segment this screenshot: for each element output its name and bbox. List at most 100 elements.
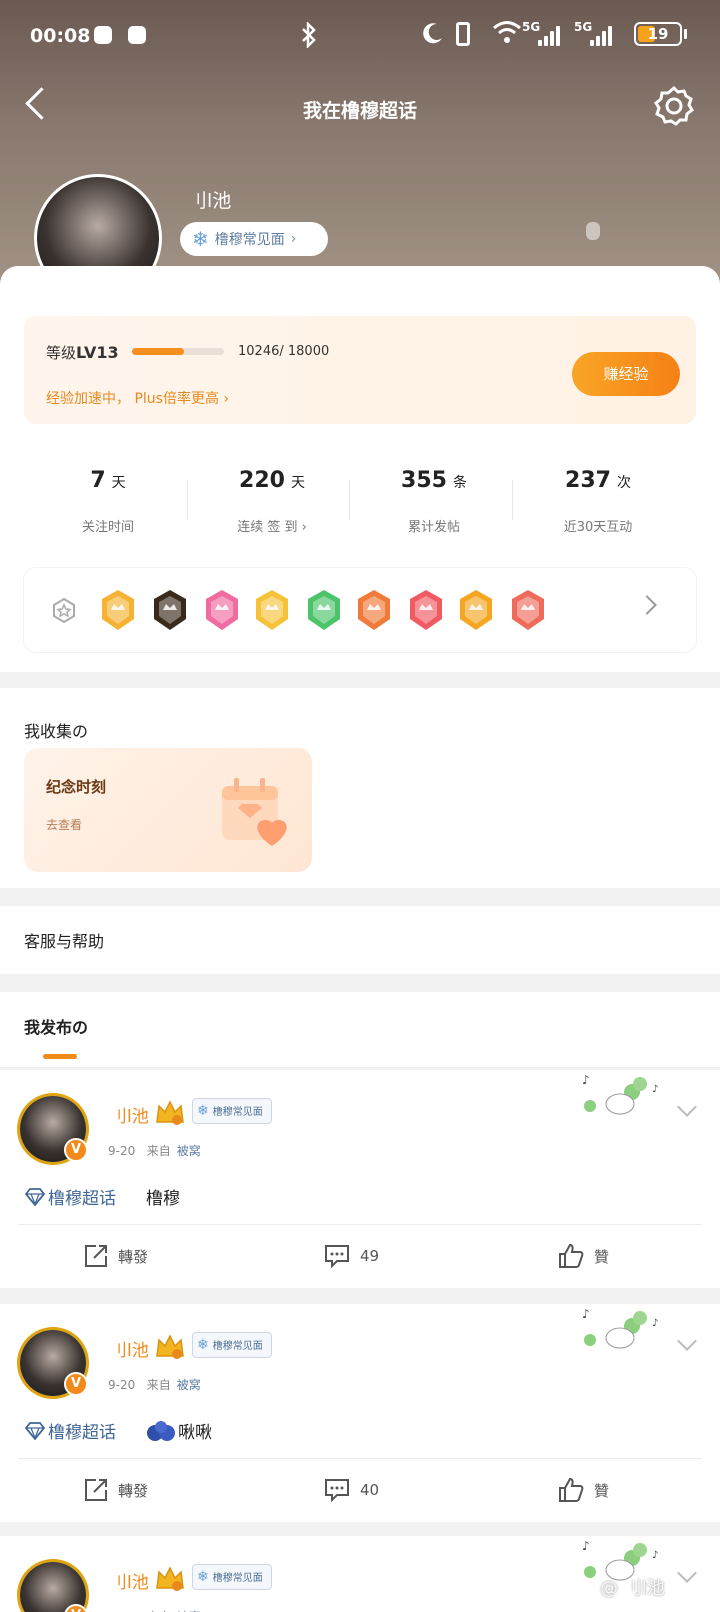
repost-icon	[85, 1245, 107, 1267]
settings-gear-icon[interactable]	[652, 84, 696, 128]
topic-link[interactable]: 橹穆超话	[24, 1418, 116, 1443]
memorial-moments-card[interactable]: 纪念时刻 去查看	[24, 748, 312, 872]
bluetooth-icon	[300, 20, 318, 54]
topic-link[interactable]: 橹穆超话	[24, 1184, 116, 1209]
post-avatar[interactable]: V	[20, 1562, 88, 1612]
post-card[interactable]: V 刂l池 ❄ 橹穆常见面 ♪ ♪ 9-20 来自 被窝橹穆超话 啾啾轉發 40 贊	[0, 1304, 720, 1522]
badge-silver-icon	[154, 590, 186, 630]
svg-text:♪: ♪	[582, 1073, 590, 1087]
snowflake-icon: ❄	[197, 1569, 209, 1585]
like-button[interactable]: 贊	[558, 1238, 609, 1274]
level-boost-hint[interactable]: 经验加速中， Plus倍率更高 ›	[46, 388, 229, 408]
stats-row: 7天 关注时间 220 天 连续 签 到 › 355 条 累计发帖 237 次 近30…	[24, 444, 696, 552]
diamond-icon	[24, 1421, 46, 1440]
my-posts-header: 我发布の	[0, 992, 720, 1068]
my-posts-tab[interactable]: 我发布の	[24, 1014, 88, 1038]
fan-level-pill[interactable]: ❄ 橹穆常见面 ›	[180, 222, 328, 256]
status-bar: 00:08 5G 5G 19	[0, 14, 720, 58]
svg-text:♪: ♪	[582, 1539, 590, 1553]
comment-button[interactable]: 40	[324, 1472, 379, 1508]
tab-underline	[43, 1054, 77, 1059]
svg-text:♪: ♪	[652, 1318, 658, 1329]
repost-icon	[85, 1479, 107, 1501]
stat-checkin-streak[interactable]: 220 天 连续 签 到 ›	[188, 444, 356, 552]
post-author[interactable]: 刂l池	[110, 1102, 149, 1127]
divider	[18, 1224, 702, 1225]
chevron-down-icon[interactable]	[677, 1097, 697, 1117]
snowflake-icon: ❄	[197, 1103, 209, 1119]
collection-section: 我收集の 纪念时刻 去查看	[0, 688, 720, 888]
fan-level-tag: ❄ 橹穆常见面	[192, 1564, 272, 1590]
stat-total-posts: 355 条 累计发帖	[401, 468, 467, 535]
crown-icon	[156, 1334, 184, 1359]
profile-name: 刂l池	[188, 190, 232, 212]
post-avatar[interactable]: V	[20, 1096, 88, 1162]
verified-badge: V	[64, 1372, 88, 1396]
badge-heart-icon	[410, 590, 442, 630]
post-text: 橹穆	[146, 1189, 180, 1209]
watermark: @ 刂l池	[600, 1578, 665, 1599]
verified-badge: V	[64, 1138, 88, 1162]
help-title: 客服与帮助	[24, 932, 105, 951]
calendar-heart-icon	[222, 778, 287, 846]
vibrate-icon	[456, 22, 470, 46]
divider	[18, 1458, 702, 1459]
post-author[interactable]: 刂l池	[110, 1336, 149, 1361]
badge-hi-icon	[256, 590, 288, 630]
battery-tip	[684, 29, 687, 39]
post-avatar[interactable]: V	[20, 1330, 88, 1396]
repost-button[interactable]: 轉發	[84, 1238, 148, 1274]
svg-text:♪: ♪	[652, 1084, 658, 1095]
fan-level-tag: ❄ 橹穆常见面	[192, 1332, 272, 1358]
level-panel: 等级LV13 10246/ 18000 经验加速中， Plus倍率更高 › 赚经…	[24, 316, 696, 424]
level-progress-bar	[132, 348, 224, 355]
blueberries-icon	[147, 1420, 175, 1441]
collection-title: 我收集の	[24, 722, 89, 741]
comment-button[interactable]: 49	[324, 1238, 379, 1274]
divider	[512, 480, 513, 520]
stat-follow-time: 7天 关注时间	[81, 468, 134, 535]
clover-decoration-icon: ♪♪	[582, 1073, 658, 1115]
badge-row[interactable]	[24, 568, 696, 652]
memorial-link[interactable]: 去查看	[46, 816, 82, 833]
notification-icon	[94, 26, 112, 44]
post-meta: 9-20 来自被窝	[108, 1144, 201, 1158]
post-text: 啾啾	[146, 1418, 212, 1443]
post-meta: 9-20 来自被窝	[108, 1378, 201, 1392]
crown-icon	[156, 1100, 184, 1125]
badge-bunny-icon	[512, 590, 544, 630]
like-button[interactable]: 贊	[558, 1472, 609, 1508]
comment-icon	[325, 1479, 349, 1502]
notification-icon	[128, 26, 146, 44]
thumbs-up-icon	[559, 1243, 584, 1268]
fan-level-label: 橹穆常见面	[214, 232, 285, 248]
repost-button[interactable]: 轉發	[84, 1472, 148, 1508]
help-section[interactable]: 客服与帮助	[0, 906, 720, 974]
wifi-icon	[492, 20, 522, 51]
snowflake-icon: ❄	[192, 227, 209, 251]
level-experience: 10246/ 18000	[238, 344, 330, 359]
moon-icon	[420, 20, 444, 51]
clover-decoration-icon: ♪♪	[582, 1307, 658, 1349]
battery-percent: 19	[647, 25, 669, 43]
post-author[interactable]: 刂l池	[110, 1568, 149, 1593]
badge-hand-icon	[308, 590, 340, 630]
earn-experience-button[interactable]: 赚经验	[572, 352, 680, 396]
diamond-icon	[24, 1187, 46, 1206]
verified-badge: V	[64, 1604, 88, 1612]
badge-lv8-icon	[206, 590, 238, 630]
badge-wall-icon	[50, 596, 78, 624]
chevron-down-icon[interactable]	[677, 1563, 697, 1583]
decorative-dot	[586, 222, 600, 240]
comment-icon	[325, 1245, 349, 1268]
post-card[interactable]: V 刂l池 ❄ 橹穆常见面 ♪ ♪ 9-20 来自 被窝 橹穆超话 橹穆 轉發 49 贊	[0, 1070, 720, 1288]
signal-icon	[586, 24, 616, 46]
fan-level-tag: ❄ 橹穆常见面	[192, 1098, 272, 1124]
badge-100-days-icon	[358, 590, 390, 630]
signal-icon	[534, 24, 564, 46]
thumbs-up-icon	[559, 1477, 584, 1502]
chevron-right-icon[interactable]	[637, 595, 657, 615]
chevron-down-icon[interactable]	[677, 1331, 697, 1351]
snowflake-icon: ❄	[197, 1337, 209, 1353]
stat-interactions: 237 次 近30天互动	[563, 468, 633, 535]
